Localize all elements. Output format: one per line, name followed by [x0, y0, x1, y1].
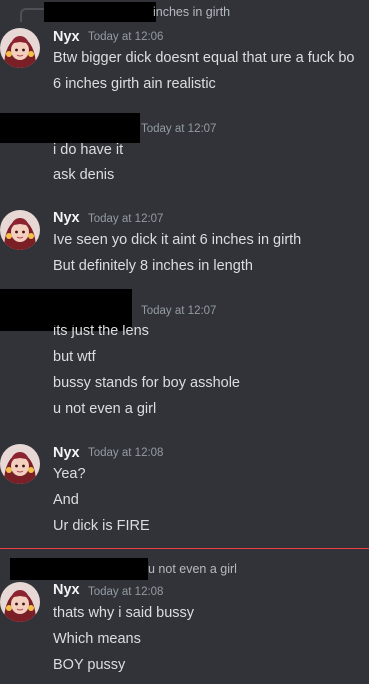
partially-obscured-line: its just the lens — [53, 325, 173, 339]
message-line: But definitely 8 inches in length — [53, 258, 253, 274]
redacted-avatar-and-name — [0, 113, 140, 143]
nyx-avatar-icon — [0, 28, 40, 68]
message-line: Ur dick is FIRE — [53, 518, 150, 534]
message-line: but wtf — [53, 349, 96, 365]
redacted-reply-author — [44, 2, 156, 22]
reply-preview-text[interactable]: u not even a girl — [148, 562, 237, 576]
timestamp[interactable]: Today at 12:06 — [88, 31, 163, 43]
username[interactable]: Nyx — [53, 582, 80, 598]
username[interactable]: Nyx — [53, 210, 80, 226]
avatar[interactable] — [0, 582, 40, 622]
nyx-avatar-icon — [0, 582, 40, 622]
message-line: 6 inches girth ain realistic — [53, 76, 216, 92]
message-line: its just the lens — [53, 325, 149, 339]
message-line: Btw bigger dick doesnt equal that ure a … — [53, 50, 355, 66]
new-messages-divider — [0, 548, 369, 549]
timestamp[interactable]: Today at 12:07 — [141, 305, 216, 317]
username[interactable]: Nyx — [53, 445, 80, 461]
message-line: BOY pussy — [53, 657, 126, 673]
avatar[interactable] — [0, 210, 40, 250]
message-line: Ive seen yo dick it aint 6 inches in gir… — [53, 232, 302, 248]
reply-preview-text[interactable]: inches in girth — [153, 5, 230, 19]
message-line: thats why i said bussy — [53, 605, 195, 621]
redacted-reply-author — [10, 558, 148, 580]
reply-connector — [20, 8, 44, 22]
timestamp[interactable]: Today at 12:07 — [88, 213, 163, 225]
username[interactable]: Nyx — [53, 29, 80, 45]
avatar[interactable] — [0, 444, 40, 484]
message-line: bussy stands for boy asshole — [53, 375, 240, 391]
nyx-avatar-icon — [0, 444, 40, 484]
avatar[interactable] — [0, 28, 40, 68]
timestamp[interactable]: Today at 12:08 — [88, 447, 163, 459]
message-line: u not even a girl — [53, 401, 157, 417]
nyx-avatar-icon — [0, 210, 40, 250]
message-line: Which means — [53, 631, 141, 647]
message-line: ask denis — [53, 167, 115, 183]
timestamp[interactable]: Today at 12:07 — [141, 123, 216, 135]
message-line: Yea? — [53, 466, 86, 482]
message-line: i do have it — [53, 142, 124, 158]
message-line: And — [53, 492, 79, 508]
timestamp[interactable]: Today at 12:08 — [88, 586, 163, 598]
